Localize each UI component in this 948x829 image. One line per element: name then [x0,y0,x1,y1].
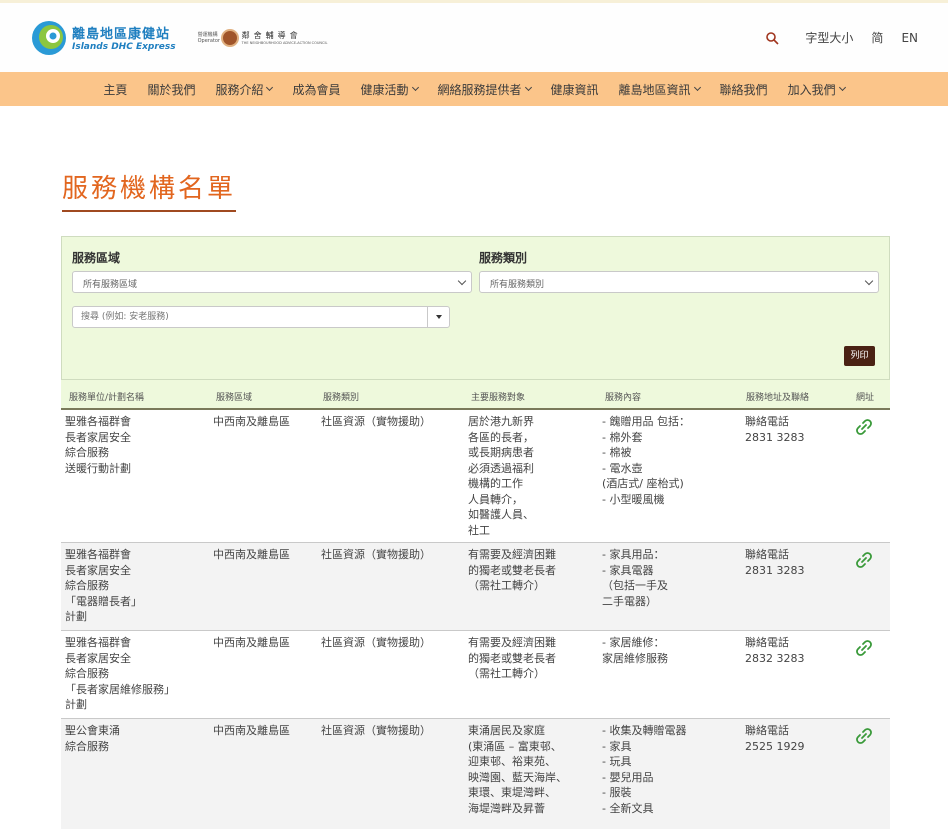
cell-region: 中西南及離島區 [213,548,290,561]
header-target: 主要服務對象 [471,393,526,403]
table-row: 聖雅各福群會 長者家居安全 綜合服務 「電器贈長者」 計劃 中西南及離島區 社區… [61,543,890,631]
nav-item-label: 網絡服務提供者 [437,82,522,97]
nav-item[interactable]: 關於我們 [147,81,195,98]
cell-region: 中西南及離島區 [213,415,290,428]
nav-item-label: 主頁 [103,82,128,97]
link-icon[interactable] [853,725,875,747]
nav-item-label: 健康資訊 [550,82,599,97]
search-input[interactable] [73,307,423,327]
nav-item-label: 關於我們 [147,82,196,97]
nav-item[interactable]: 離島地區資訊 [618,81,701,98]
operator-seal-icon [220,28,239,47]
chevron-down-icon [864,276,874,286]
chevron-down-icon [838,83,846,92]
search-dropdown-button[interactable] [427,307,449,327]
cell-name: 聖公會東涌 綜合服務 [65,724,120,753]
print-button[interactable]: 列印 [844,346,875,366]
operator-name-en: THE NEIGHBOURHOOD ADVICE-ACTION COUNCIL [241,41,328,45]
filter-panel: 服務區域 所有服務區域 服務類別 所有服務類別 列印 [61,236,890,380]
link-icon[interactable] [853,549,875,571]
nav-item[interactable]: 主頁 [103,81,127,98]
table-row: 聖公會東涌 綜合服務 中西南及離島區 社區資源（實物援助） 東涌居民及家庭 (東… [61,719,890,829]
cell-target: 有需要及經濟困難 的獨老或雙老長者 （需社工轉介） [468,636,556,680]
nav-item-label: 成為會員 [292,82,341,97]
nav-item-label: 聯絡我們 [719,82,768,97]
chevron-down-icon [524,83,532,92]
type-label: 服務類別 [479,251,528,265]
cell-content: - 家居維修： 家居維修服務 [602,636,668,665]
nav-item[interactable]: 健康資訊 [551,81,599,98]
operator-label: 營運機構 Operator [197,31,220,44]
logo-mark-icon [32,20,66,55]
table-row: 聖雅各福群會 長者家居安全 綜合服務 「長者家居維修服務」 計劃 中西南及離島區… [61,631,890,719]
nav-item[interactable]: 加入我們 [787,81,846,98]
nav-item[interactable]: 健康活動 [360,81,419,98]
site-header: 離島地區康健站 Islands DHC Express 營運機構 Operato… [0,0,948,72]
nav-item[interactable]: 服務介紹 [215,81,274,98]
cell-name: 聖雅各福群會 長者家居安全 綜合服務 「電器贈長者」 計劃 [65,548,142,623]
cell-name: 聖雅各福群會 長者家居安全 綜合服務 「長者家居維修服務」 計劃 [65,636,175,711]
cell-type: 社區資源（實物援助） [321,636,431,649]
chevron-down-icon [411,83,419,92]
caret-down-icon [436,315,442,319]
region-select[interactable]: 所有服務區域 [72,271,472,293]
nav-item-label: 加入我們 [787,82,836,97]
main-nav: 主頁 關於我們 服務介紹 成為會員 健康活動 網絡服務提供者 健康資訊 離島地區資訊 聯絡我們 加… [0,72,948,106]
cell-target: 東涌居民及家庭 (東涌區 – 富東邨、 迎東邨、裕東苑、 映灣園、藍天海岸、 東… [468,724,567,815]
cell-contact: 聯絡電話 2832 3283 [745,636,805,665]
page-title: 服務機構名單 [62,168,237,212]
nav-item-label: 健康活動 [360,82,409,97]
nav-item-label: 服務介紹 [215,82,264,97]
cell-contact: 聯絡電話 2525 1929 [745,724,805,753]
type-select-value: 所有服務類別 [490,280,545,290]
operator-logo: 營運機構 Operator 鄰舍輔導會 THE NEIGHBOURHOOD AD… [197,28,328,47]
nav-item-label: 離島地區資訊 [618,82,691,97]
cell-region: 中西南及離島區 [213,636,290,649]
nav-item[interactable]: 聯絡我們 [720,81,768,98]
cell-contact: 聯絡電話 2831 3283 [745,415,805,444]
table-header: 服務單位/計劃名稱 服務區域 服務類別 主要服務對象 服務內容 服務地址及聯絡 … [61,380,890,410]
link-icon[interactable] [853,637,875,659]
header-region: 服務區域 [216,393,253,403]
header-content: 服務內容 [605,393,642,403]
simplified-chinese-button[interactable]: 简 [871,29,883,46]
english-button[interactable]: EN [901,31,918,45]
operator-name-zh: 鄰舍輔導會 [241,31,302,40]
cell-region: 中西南及離島區 [213,724,290,737]
search-combobox[interactable] [72,306,450,328]
chevron-down-icon [457,276,467,286]
cell-type: 社區資源（實物援助） [321,415,431,428]
cell-name: 聖雅各福群會 長者家居安全 綜合服務 送暖行動計劃 [65,415,131,475]
header-contact: 服務地址及聯絡 [746,393,810,403]
logo-title-zh: 離島地區康健站 [72,27,171,42]
cell-content: - 餽贈用品 包括： - 棉外套 - 棉被 - 電水壺 (酒店式/ 座枱式) -… [602,415,690,506]
region-select-value: 所有服務區域 [83,280,138,290]
table-row: 聖雅各福群會 長者家居安全 綜合服務 送暖行動計劃 中西南及離島區 社區資源（實… [61,410,890,543]
header-website: 網址 [856,393,875,403]
cell-type: 社區資源（實物援助） [321,724,431,737]
site-logo[interactable]: 離島地區康健站 Islands DHC Express [30,19,176,57]
chevron-down-icon [693,83,701,92]
link-icon[interactable] [853,416,875,438]
font-size-button[interactable]: 字型大小 [805,29,853,46]
type-select[interactable]: 所有服務類別 [479,271,879,293]
header-type: 服務類別 [323,393,360,403]
nav-item[interactable]: 成為會員 [292,81,340,98]
cell-target: 居於港九新界 各區的長者， 或長期病患者 必須透過福利 機構的工作 人員轉介， … [468,415,534,537]
cell-contact: 聯絡電話 2831 3283 [745,548,805,577]
search-icon[interactable] [765,31,779,45]
logo-title-en: Islands DHC Express [72,42,176,52]
nav-item[interactable]: 網絡服務提供者 [437,81,532,98]
header-name: 服務單位/計劃名稱 [69,393,145,403]
cell-target: 有需要及經濟困難 的獨老或雙老長者 （需社工轉介） [468,548,556,592]
region-label: 服務區域 [72,251,121,265]
service-table: 服務單位/計劃名稱 服務區域 服務類別 主要服務對象 服務內容 服務地址及聯絡 … [61,380,890,829]
chevron-down-icon [266,83,274,92]
cell-content: - 家具用品： - 家具電器 （包括一手及 二手電器） [602,548,668,608]
cell-content: - 收集及轉贈電器 - 家具 - 玩具 - 嬰兒用品 - 服裝 - 全新文具 [602,724,687,815]
cell-type: 社區資源（實物援助） [321,548,431,561]
